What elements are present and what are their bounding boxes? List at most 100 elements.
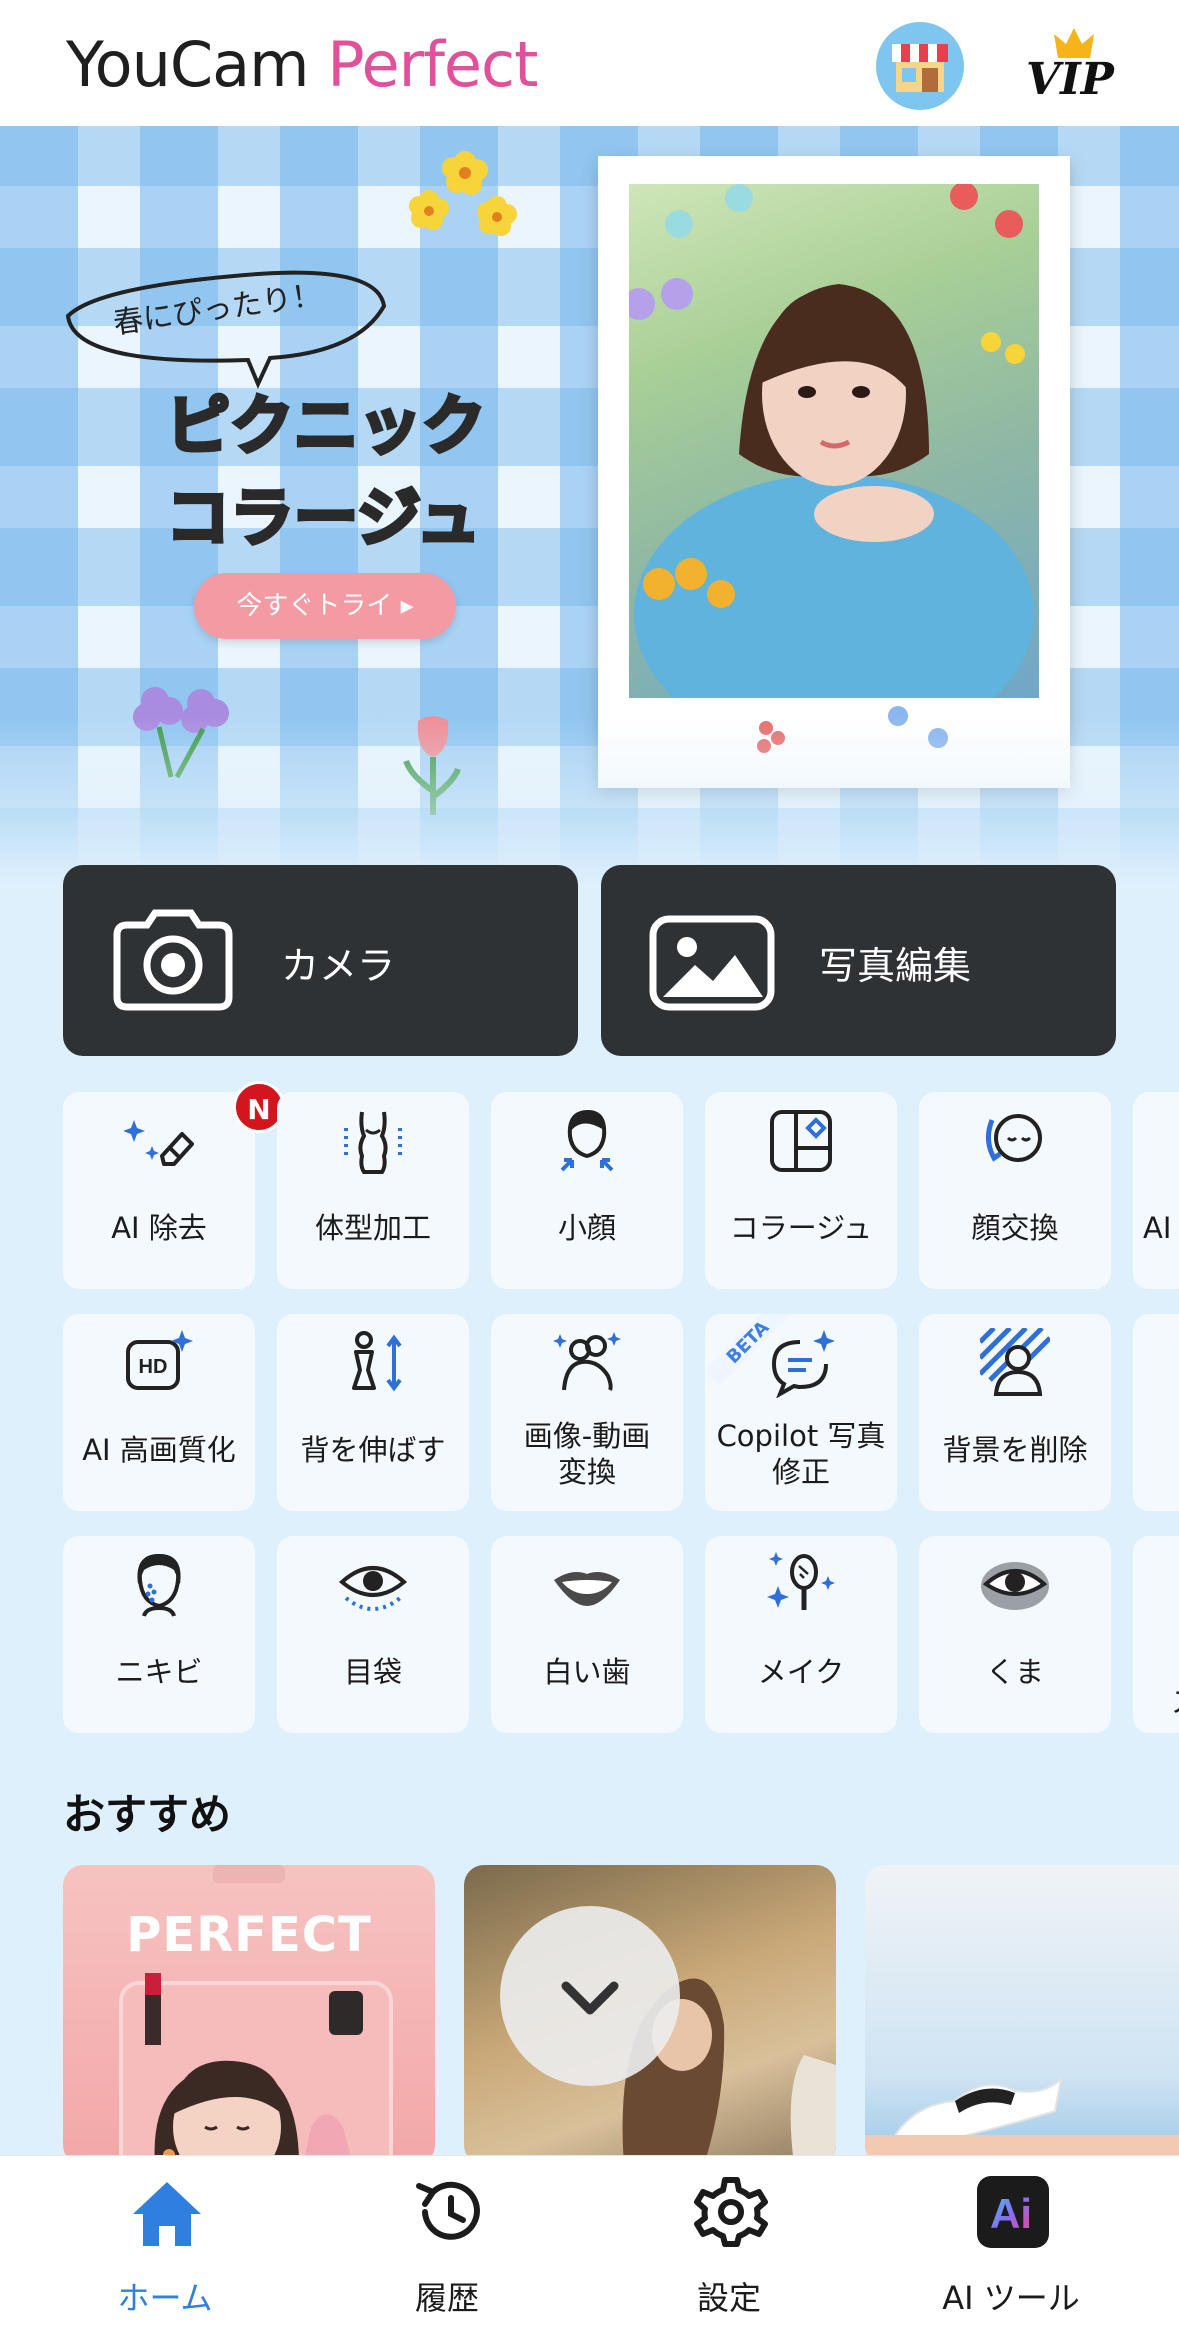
camera-button[interactable]: カメラ — [63, 865, 578, 1056]
mirror-sparkle-icon — [767, 1552, 835, 1610]
tool-partial-row3[interactable]: ス — [1133, 1536, 1179, 1733]
tool-label: 体型加工 — [314, 1211, 431, 1245]
tool-collage[interactable]: コラージュ — [705, 1092, 897, 1289]
tool-label: 画像-動画 変換 — [491, 1418, 683, 1490]
svg-text:HD: HD — [139, 1356, 168, 1378]
gear-icon — [694, 2177, 768, 2247]
nav-home[interactable]: ホーム — [25, 2156, 305, 2328]
model-portrait-illustration — [629, 184, 1034, 698]
image-icon — [649, 915, 775, 1011]
tool-label-line2: 修正 — [771, 1455, 830, 1489]
tool-label-line2: 変換 — [557, 1455, 616, 1489]
vip-button[interactable]: VIP — [1018, 24, 1128, 108]
nav-ai-tools-label: AI ツール — [942, 2279, 1080, 2317]
photo-edit-label: 写真編集 — [819, 944, 972, 988]
promo-banner[interactable]: 春にぴったり！ ピクニック コラージュ 今すぐトライ ▸ — [0, 126, 1179, 886]
camera-label: カメラ — [281, 944, 396, 988]
tool-copilot[interactable]: BETA Copilot 写真 修正 — [705, 1314, 897, 1511]
tool-label: くま — [985, 1655, 1044, 1689]
tool-label: 背景を削除 — [942, 1433, 1088, 1467]
tool-label: 背を伸ばす — [300, 1433, 446, 1467]
tool-body-shape[interactable]: 体型加工 — [277, 1092, 469, 1289]
vip-label: VIP — [1026, 54, 1114, 105]
tool-eye-bags[interactable]: 目袋 — [277, 1536, 469, 1733]
tool-label: 目袋 — [343, 1655, 402, 1689]
try-now-button[interactable]: 今すぐトライ ▸ — [194, 573, 456, 639]
teeth-icon — [554, 1572, 620, 1606]
banner-title-line2: コラージュ — [164, 480, 482, 558]
recommend-card[interactable]: PERFECT — [63, 1865, 435, 2165]
nav-history-label: 履歴 — [414, 2279, 479, 2317]
recommend-section-title: おすすめ — [63, 1790, 232, 1839]
body-shape-icon — [344, 1111, 402, 1174]
collage-icon — [770, 1110, 832, 1172]
card-girl-illustration — [119, 1865, 393, 2165]
nav-settings[interactable]: 設定 — [589, 2156, 869, 2328]
tool-acne[interactable]: ニキビ — [63, 1536, 255, 1733]
tool-slim-face[interactable]: 小顔 — [491, 1092, 683, 1289]
banner-model-photo — [629, 184, 1039, 698]
tool-label: コラージュ — [729, 1211, 873, 1245]
tool-label: 小顔 — [557, 1211, 616, 1245]
tool-white-teeth[interactable]: 白い歯 — [491, 1536, 683, 1733]
dark-circle-eye-icon — [981, 1562, 1049, 1610]
tool-ai-remove[interactable]: AI 除去 N — [63, 1081, 285, 1289]
tool-image-to-video[interactable]: 画像-動画 変換 — [491, 1314, 683, 1511]
recommend-card[interactable] — [865, 1865, 1179, 2165]
tool-label: ス — [1171, 1684, 1179, 1720]
face-swap-icon — [986, 1114, 1042, 1162]
flower-decoration-icon — [409, 151, 517, 236]
eye-icon — [338, 1566, 408, 1611]
home-icon — [133, 2182, 201, 2246]
tool-label: ニキビ — [115, 1655, 203, 1689]
banner-title-line1: ピクニック — [164, 388, 488, 466]
tool-label: Copilot 写真 修正 — [705, 1418, 897, 1490]
tool-stretch-height[interactable]: 背を伸ばす — [277, 1314, 469, 1511]
tool-ai-enhance[interactable]: HD AI 高画質化 — [63, 1314, 255, 1511]
camera-icon — [113, 909, 233, 1011]
photo-edit-button[interactable]: 写真編集 — [601, 865, 1116, 1056]
chat-sparkle-icon — [771, 1330, 835, 1398]
tool-label: 顔交換 — [971, 1211, 1059, 1245]
eraser-sparkle-icon — [124, 1120, 194, 1166]
slim-face-icon — [560, 1109, 614, 1172]
tool-label: AI 高画質化 — [82, 1433, 236, 1467]
shop-icon — [892, 44, 948, 92]
svg-text:Ai: Ai — [990, 2190, 1032, 2237]
nav-home-label: ホーム — [117, 2279, 213, 2317]
tool-remove-background[interactable]: 背景を削除 — [919, 1314, 1111, 1511]
banner-title: ピクニック コラージュ — [164, 381, 488, 565]
history-icon — [416, 2181, 480, 2240]
chevron-down-icon — [561, 1981, 619, 2015]
shop-button[interactable] — [876, 22, 964, 110]
nav-history[interactable]: 履歴 — [307, 2156, 587, 2328]
tool-label-line1: 画像-動画 — [523, 1419, 651, 1453]
tool-ai-partial[interactable]: AI — [1133, 1092, 1179, 1289]
tool-label: メイク — [757, 1655, 845, 1689]
logo-part-perfect: Perfect — [327, 28, 538, 101]
card-hat-illustration — [865, 2076, 1179, 2165]
app-header: YouCam Perfect VIP — [0, 0, 1179, 126]
tool-face-swap[interactable]: 顔交換 — [919, 1092, 1111, 1289]
banner-photo-frame — [598, 156, 1070, 788]
nav-ai-tools[interactable]: Ai AI ツール — [871, 2156, 1151, 2328]
ai-tools-icon: Ai — [977, 2176, 1049, 2248]
nav-settings-label: 設定 — [696, 2279, 761, 2317]
tool-dark-circles[interactable]: くま — [919, 1536, 1111, 1733]
stretch-height-icon — [352, 1331, 402, 1392]
tool-makeup[interactable]: メイク — [705, 1536, 897, 1733]
acne-face-icon — [137, 1553, 181, 1617]
scroll-down-button[interactable] — [500, 1906, 680, 2086]
tool-label: AI — [1143, 1211, 1172, 1245]
hug-people-icon — [553, 1332, 621, 1391]
tool-label-line1: Copilot 写真 — [716, 1419, 886, 1453]
banner-fade — [0, 716, 1179, 886]
bottom-navigation: ホーム 履歴 設定 Ai AI ツール — [0, 2155, 1179, 2328]
app-logo: YouCam Perfect — [66, 28, 538, 101]
remove-background-icon — [980, 1328, 1050, 1396]
tool-partial-row2[interactable] — [1133, 1314, 1179, 1511]
tool-label: 白い歯 — [543, 1655, 631, 1689]
logo-part-youcam: YouCam — [66, 28, 310, 101]
tool-label: AI 除去 — [111, 1211, 207, 1245]
hd-icon: HD — [126, 1330, 193, 1390]
